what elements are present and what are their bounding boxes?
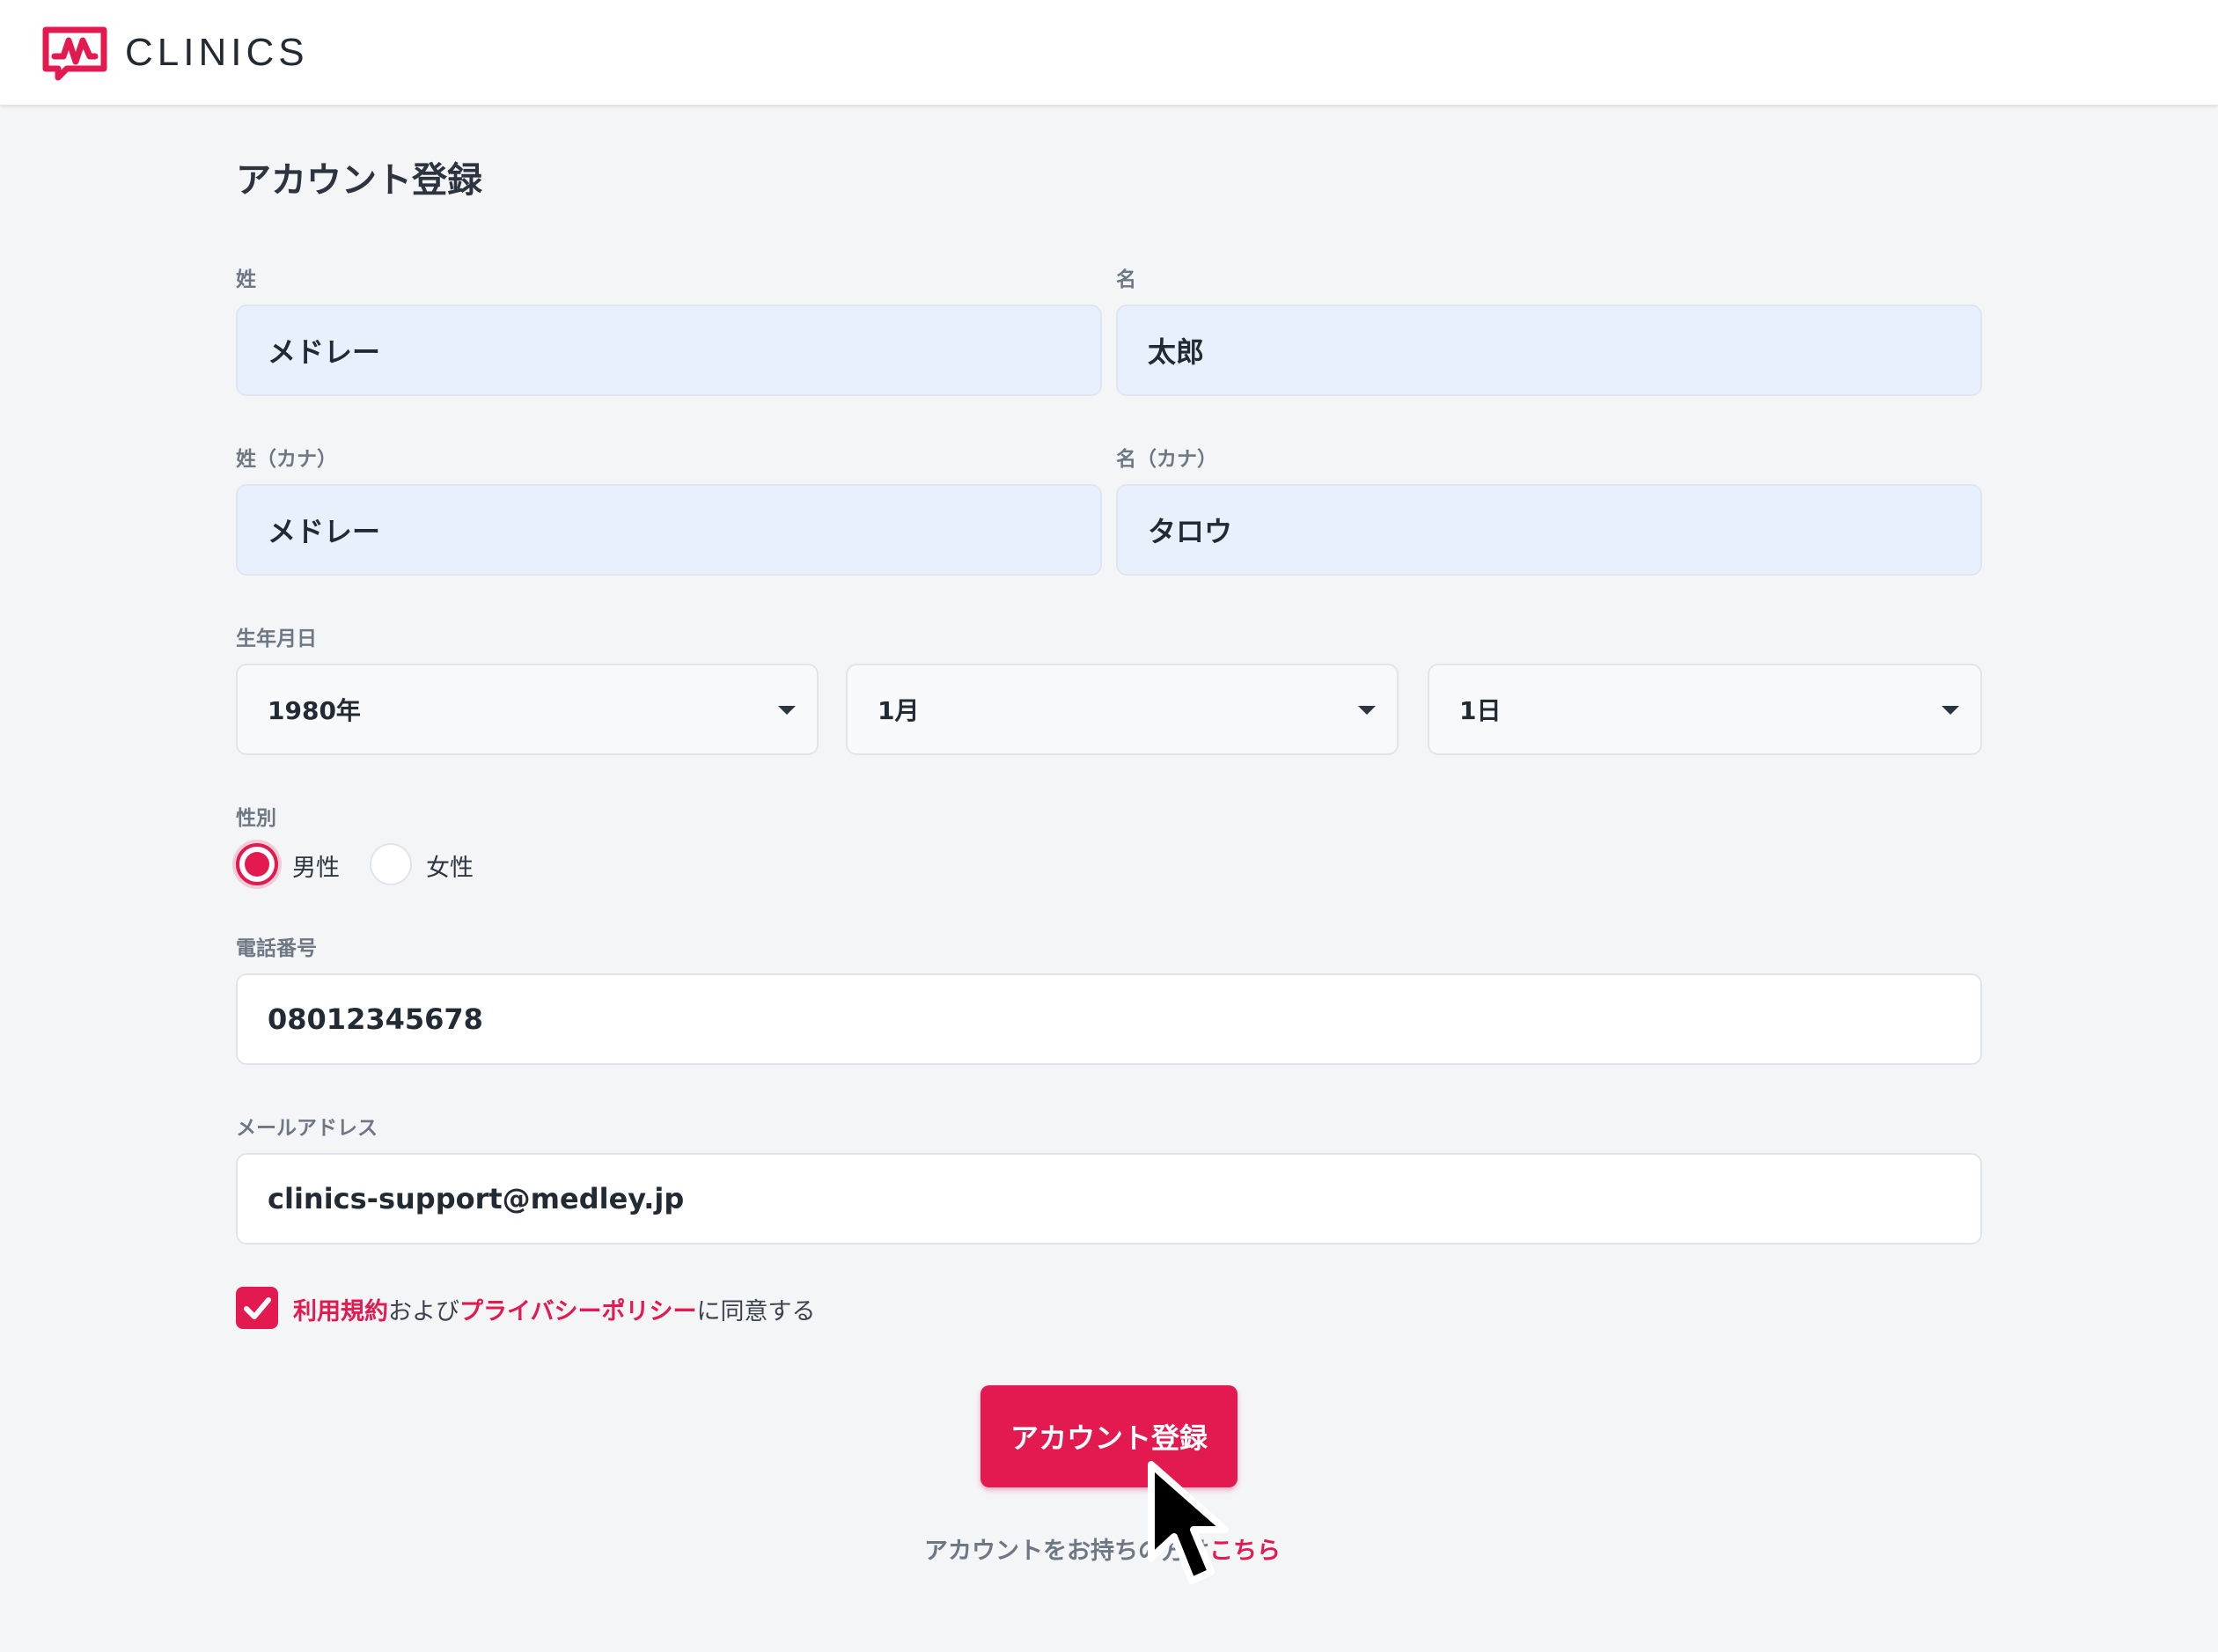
last-name-input[interactable]: メドレー [236,305,1102,396]
first-name-label: 名 [1116,268,1136,291]
gender-radio-male[interactable] [236,843,278,885]
agreement-suffix-text: に同意する [696,1298,816,1325]
birthdate-label: 生年月日 [236,628,317,650]
clinics-logo-icon [42,26,107,81]
birth-year-value: 1980年 [268,696,361,725]
birth-day-select[interactable]: 1日 [1428,664,1982,755]
agreement-and-text: および [388,1298,459,1325]
clinics-logo[interactable]: CLINICS [40,25,309,81]
gender-radio-female[interactable] [370,843,412,885]
last-name-kana-input[interactable]: メドレー [236,484,1102,576]
page-title: アカウント登録 [236,160,482,201]
chevron-down-icon [1358,706,1376,715]
last-name-kana-label: 姓（カナ） [236,448,337,471]
phone-input[interactable]: 08012345678 [236,973,1982,1065]
first-name-kana-input[interactable]: タロウ [1116,484,1982,576]
radio-dot [245,852,269,877]
mouse-pointer-icon [1148,1461,1229,1584]
phone-label: 電話番号 [236,937,317,960]
agreement-text: 利用規約およびプライバシーポリシーに同意する [293,1292,815,1326]
agreement-checkbox[interactable] [236,1287,278,1329]
logo-text: CLINICS [125,31,309,74]
privacy-policy-link[interactable]: プライバシーポリシー [459,1298,696,1325]
chevron-down-icon [1942,706,1959,715]
terms-link[interactable]: 利用規約 [293,1298,388,1325]
first-name-input[interactable]: 太郎 [1116,305,1982,396]
email-label: メールアドレス [236,1117,378,1140]
last-name-label: 姓 [236,268,256,291]
gender-male-label[interactable]: 男性 [292,848,340,883]
email-input[interactable]: clinics-support@medley.jp [236,1153,1982,1245]
gender-female-label[interactable]: 女性 [426,848,474,883]
gender-label: 性別 [236,807,276,830]
app-header: CLINICS [0,0,2218,105]
birth-day-value: 1日 [1459,696,1502,725]
birth-month-value: 1月 [878,696,920,725]
check-icon [244,1297,271,1319]
birth-month-select[interactable]: 1月 [846,664,1399,755]
chevron-down-icon [778,706,796,715]
first-name-kana-label: 名（カナ） [1116,448,1217,471]
birth-year-select[interactable]: 1980年 [236,664,819,755]
